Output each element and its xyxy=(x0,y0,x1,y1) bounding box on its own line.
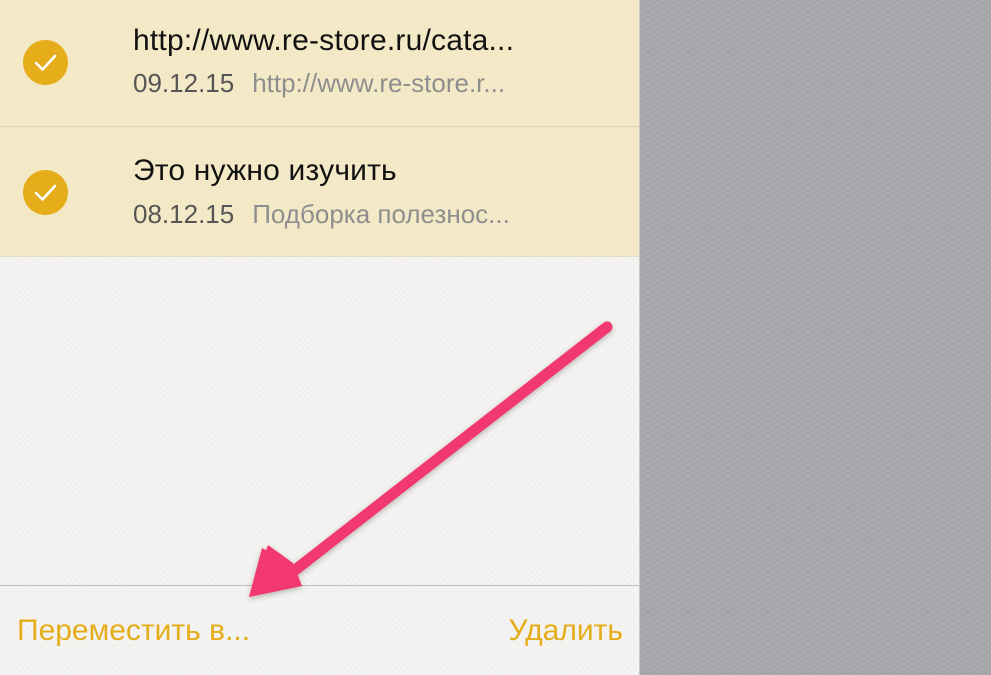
note-preview: Подборка полезнос... xyxy=(252,199,510,229)
note-date: 08.12.15 xyxy=(133,199,235,229)
note-row-1[interactable]: http://www.re-store.ru/cata... 09.12.15 h… xyxy=(0,0,639,126)
note-row-2[interactable]: Это нужно изучить 08.12.15 Подборка полез… xyxy=(0,127,639,256)
note-detail-pane xyxy=(640,0,991,675)
note-meta: 09.12.15 http://www.re-store.r... xyxy=(133,68,505,99)
note-preview: http://www.re-store.r... xyxy=(252,68,506,98)
note-date: 09.12.15 xyxy=(133,68,235,98)
delete-button[interactable]: Удалить xyxy=(508,614,623,648)
note-title: http://www.re-store.ru/cata... xyxy=(133,24,515,57)
note-title: Это нужно изучить xyxy=(133,154,397,187)
checkmark-circle-icon[interactable] xyxy=(23,170,68,215)
notes-list-panel: http://www.re-store.ru/cata... 09.12.15 h… xyxy=(0,0,640,675)
row-divider xyxy=(0,256,639,257)
move-to-button[interactable]: Переместить в... xyxy=(17,614,250,648)
checkmark-circle-icon[interactable] xyxy=(23,40,68,85)
toolbar-divider xyxy=(0,585,639,586)
note-meta: 08.12.15 Подборка полезнос... xyxy=(133,199,510,230)
notes-screen: http://www.re-store.ru/cata... 09.12.15 h… xyxy=(0,0,991,675)
